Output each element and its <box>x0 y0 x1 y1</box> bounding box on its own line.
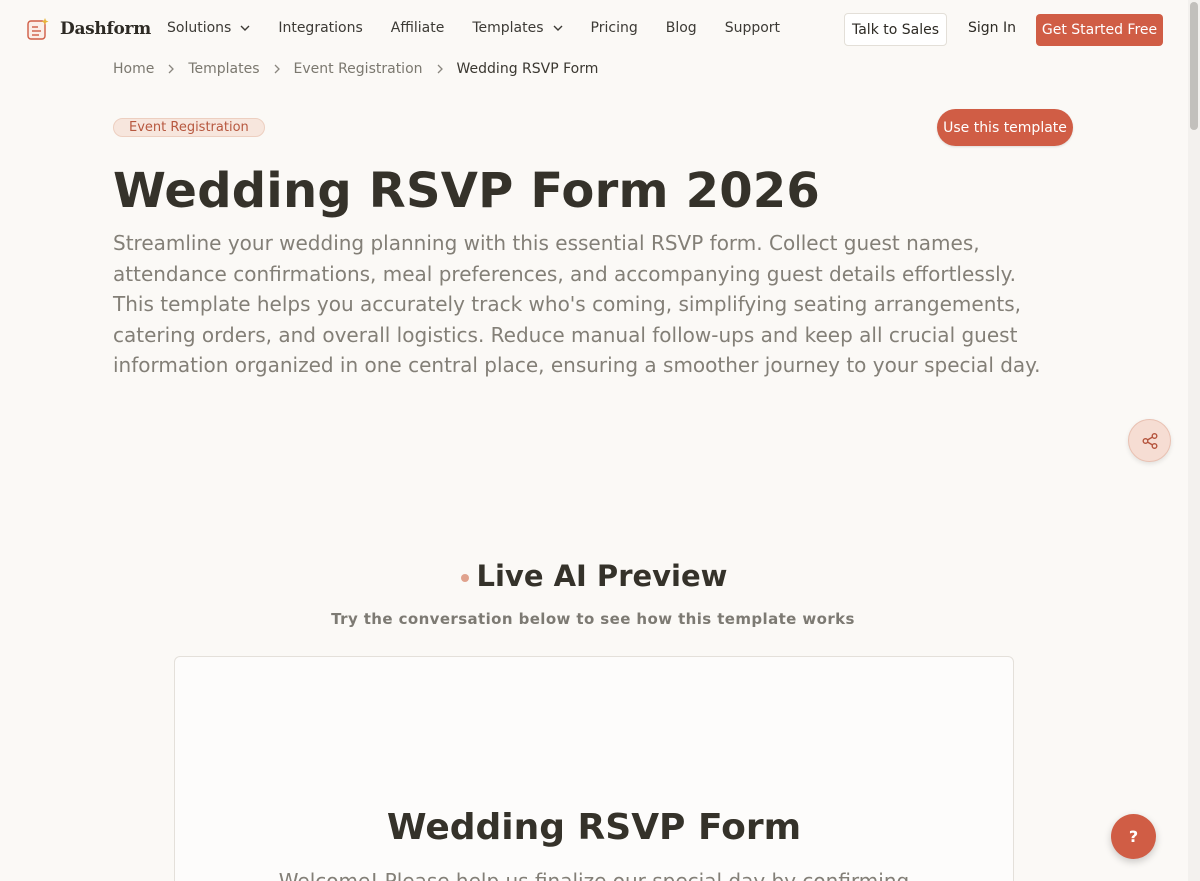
scrollbar-thumb[interactable] <box>1190 2 1198 130</box>
preview-subtitle: Try the conversation below to see how th… <box>331 610 855 628</box>
help-button[interactable]: ? <box>1111 814 1156 859</box>
category-badge[interactable]: Event Registration <box>113 118 265 137</box>
chevron-down-icon <box>240 25 250 31</box>
chevron-down-icon <box>553 25 563 31</box>
nav-label: Integrations <box>278 20 363 36</box>
nav-label: Affiliate <box>390 20 445 36</box>
template-description: Streamline your wedding planning with th… <box>113 231 1041 378</box>
nav-label: Support <box>724 20 781 36</box>
nav-templates[interactable]: Templates <box>472 20 563 36</box>
brand-logo[interactable]: Dashform <box>26 17 151 41</box>
breadcrumb-templates[interactable]: Templates <box>188 61 259 77</box>
main-nav: Solutions Integrations Affiliate Templat… <box>167 20 808 36</box>
breadcrumb-home[interactable]: Home <box>113 61 154 77</box>
brand-name: Dashform <box>60 19 151 39</box>
chevron-right-icon <box>437 64 443 74</box>
preview-card[interactable]: Wedding RSVP Form Welcome! Please help u… <box>174 656 1014 881</box>
top-navigation: Dashform Solutions Integrations Affiliat… <box>0 0 1200 58</box>
page-title: Wedding RSVP Form 2026 <box>113 163 820 219</box>
nav-label: Templates <box>472 20 544 36</box>
form-intro: Welcome! Please help us finalize our spe… <box>278 869 910 881</box>
chevron-right-icon <box>168 64 175 74</box>
nav-blog[interactable]: Blog <box>666 20 697 36</box>
breadcrumb-current: Wedding RSVP Form <box>456 61 599 77</box>
nav-integrations[interactable]: Integrations <box>278 20 362 36</box>
form-title: Wedding RSVP Form <box>386 807 802 848</box>
nav-label: Blog <box>665 20 697 36</box>
share-button[interactable] <box>1128 419 1171 462</box>
nav-support[interactable]: Support <box>725 20 780 36</box>
share-icon <box>1142 432 1157 449</box>
get-started-button[interactable]: Get Started Free <box>1036 14 1163 46</box>
status-dot-icon <box>460 574 469 582</box>
nav-solutions[interactable]: Solutions <box>167 20 250 36</box>
sign-in-link[interactable]: Sign In <box>968 20 1016 36</box>
form-sparkle-icon <box>27 18 49 40</box>
nav-label: Pricing <box>590 20 638 36</box>
nav-affiliate[interactable]: Affiliate <box>391 20 445 36</box>
preview-heading: Live AI Preview <box>0 559 1188 593</box>
talk-to-sales-button[interactable]: Talk to Sales <box>844 13 947 46</box>
breadcrumb-category[interactable]: Event Registration <box>294 61 423 77</box>
preview-title: Live AI Preview <box>476 559 728 593</box>
chevron-right-icon <box>274 64 280 74</box>
page-scrollbar[interactable] <box>1188 0 1200 881</box>
nav-label: Solutions <box>167 20 232 36</box>
breadcrumb: Home Templates Event Registration Weddin… <box>113 61 598 77</box>
use-template-button[interactable]: Use this template <box>937 109 1073 146</box>
nav-pricing[interactable]: Pricing <box>591 20 638 36</box>
